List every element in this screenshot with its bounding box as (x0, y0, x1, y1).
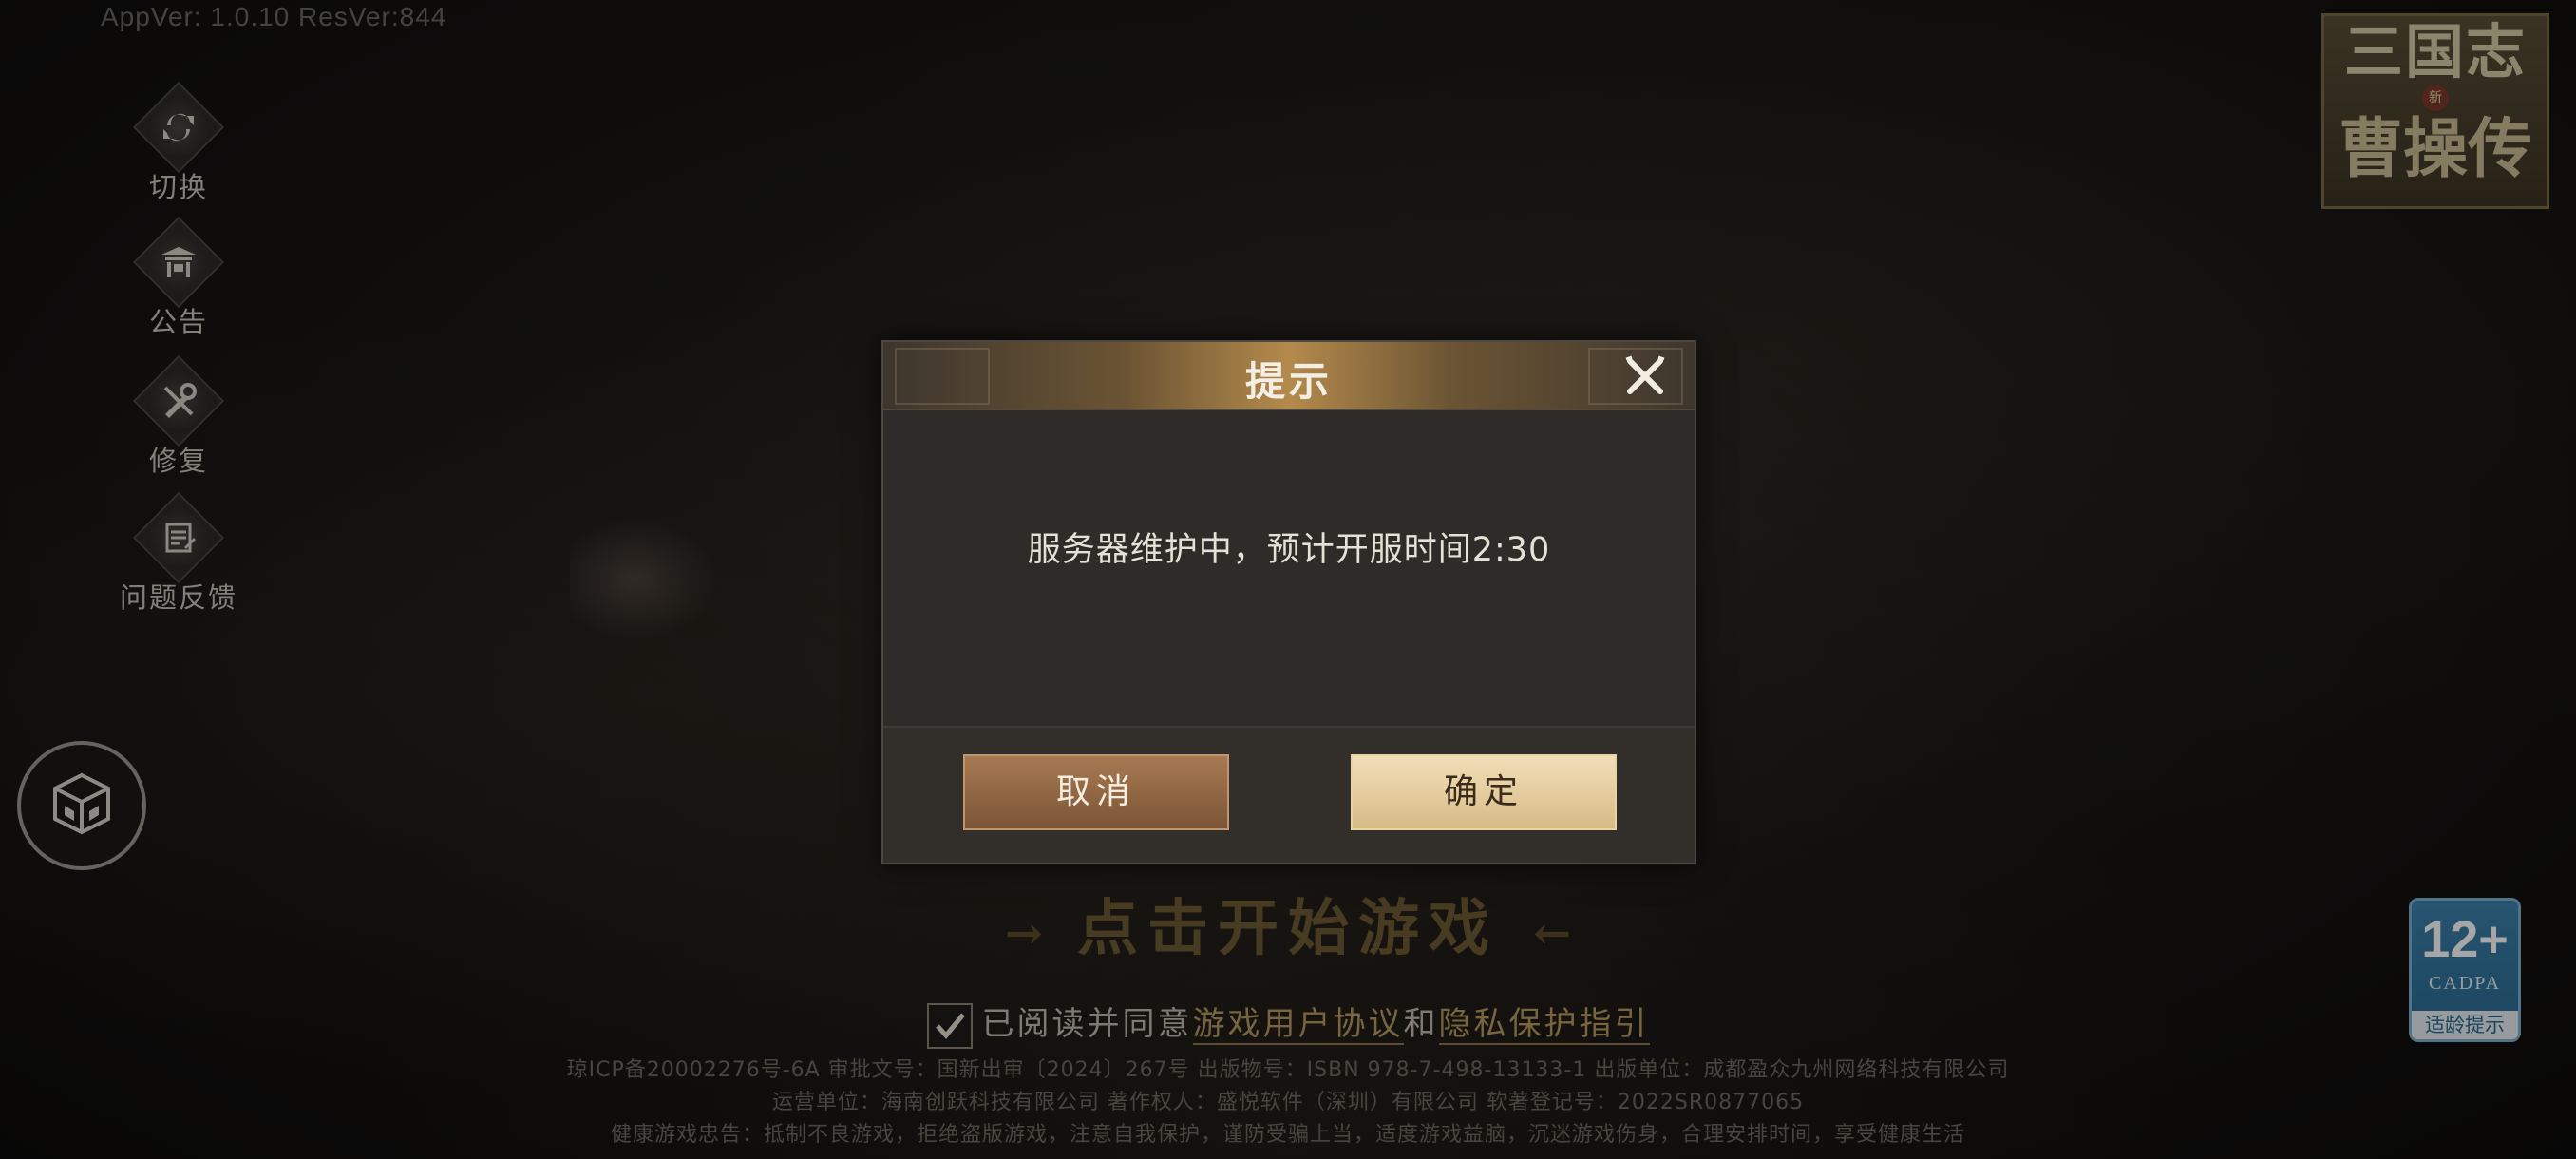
cancel-button[interactable]: 取消 (963, 754, 1229, 830)
notice-dialog: 提示 服务器维护中，预计开服时间2:30 取消 确定 (881, 340, 1696, 864)
close-icon (1625, 355, 1665, 394)
close-button[interactable] (1620, 352, 1670, 401)
confirm-button[interactable]: 确定 (1351, 754, 1617, 830)
dialog-header: 提示 (883, 342, 1695, 410)
dialog-footer: 取消 确定 (883, 726, 1695, 863)
dialog-title: 提示 (1244, 358, 1333, 405)
dialog-message: 服务器维护中，预计开服时间2:30 (1027, 531, 1551, 569)
